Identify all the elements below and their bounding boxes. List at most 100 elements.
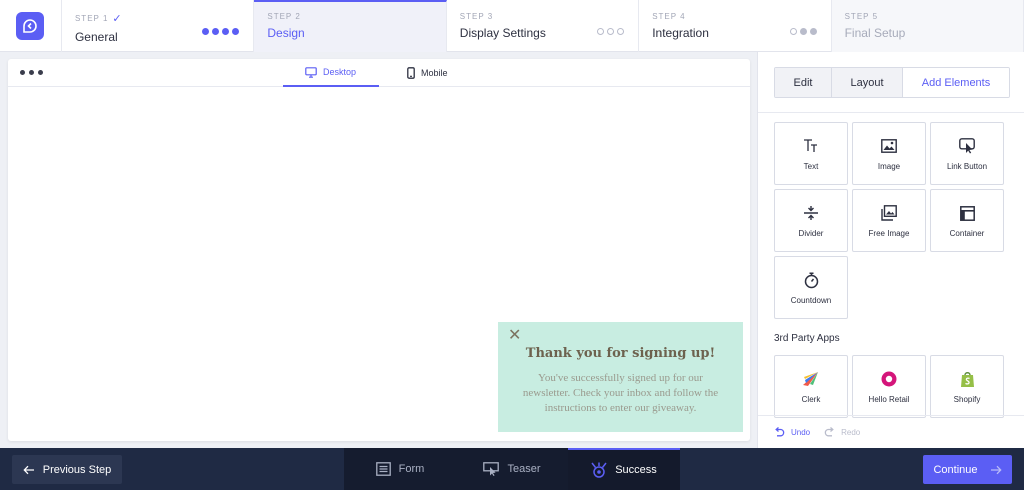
tab-teaser[interactable]: Teaser (456, 448, 568, 490)
redo-button: Redo (824, 427, 860, 437)
tab-teaser-label: Teaser (507, 463, 541, 475)
continue-button[interactable]: Continue (923, 455, 1012, 484)
element-divider[interactable]: Divider (774, 189, 848, 252)
continue-label: Continue (933, 463, 978, 476)
step-label: Design (267, 26, 305, 40)
link-button-icon (959, 136, 975, 156)
tab-form-label: Form (398, 463, 425, 475)
check-icon: ✓ (112, 13, 122, 25)
previous-step-label: Previous Step (42, 463, 112, 476)
clerk-icon (802, 369, 820, 389)
step-label: Final Setup (844, 26, 906, 40)
step-number: STEP 3 (459, 12, 494, 21)
elements-grid: Text Image Link Button Divider Free Imag… (774, 122, 1004, 319)
canvas-header: Desktop Mobile (8, 59, 750, 87)
app-shopify[interactable]: Shopify (930, 355, 1004, 418)
history-controls: Undo Redo (758, 415, 1024, 448)
progress-dot-icon (789, 28, 797, 35)
popup-mode-tabs: Form Teaser Success (344, 448, 680, 490)
step-final-setup: STEP 5 Final Setup (831, 0, 1024, 52)
tile-label: Countdown (790, 296, 832, 305)
progress-dot-icon (232, 28, 240, 35)
tab-label: Desktop (323, 67, 357, 77)
tab-mobile[interactable]: Mobile (385, 59, 470, 87)
progress-dot-icon (617, 28, 625, 35)
element-container[interactable]: Container (930, 189, 1004, 252)
step-number-text: STEP 1 (74, 14, 109, 23)
step-number: STEP 2 (267, 12, 301, 21)
app-clerk[interactable]: Clerk (774, 355, 848, 418)
success-popup-preview[interactable]: ✕ Thank you for signing up! You've succe… (498, 322, 743, 432)
bottom-bar: Previous Step Form Teaser Success Contin… (0, 448, 1024, 490)
popup-title: Thank you for signing up! (525, 346, 716, 361)
teaser-icon (483, 462, 500, 476)
progress-dot-icon (799, 28, 807, 35)
tab-edit[interactable]: Edit (775, 68, 832, 97)
tile-label: Link Button (946, 162, 988, 171)
divider-icon (803, 203, 819, 223)
arrow-left-icon (23, 465, 34, 474)
container-icon (959, 203, 975, 223)
app-hello-retail[interactable]: Hello Retail (852, 355, 926, 418)
step-number: STEP 1 ✓ (75, 12, 239, 25)
progress-dot-icon (597, 28, 605, 35)
step-progress-dots (202, 28, 240, 35)
previous-step-button[interactable]: Previous Step (12, 455, 122, 484)
tab-success[interactable]: Success (568, 448, 680, 490)
popup-body: You've successfully signed up for our ne… (522, 372, 719, 414)
tile-label: Text (803, 162, 819, 171)
success-icon (591, 462, 607, 478)
element-text[interactable]: Text (774, 122, 848, 185)
countdown-icon (804, 270, 819, 290)
tab-desktop[interactable]: Desktop (283, 59, 379, 87)
element-link-button[interactable]: Link Button (930, 122, 1004, 185)
undo-icon (775, 427, 785, 437)
text-icon (803, 136, 819, 156)
mobile-icon (407, 67, 415, 79)
panel-tabs: Edit Layout Add Elements (774, 67, 1010, 98)
shopify-icon (960, 369, 975, 389)
close-icon[interactable]: ✕ (508, 328, 521, 344)
tab-form[interactable]: Form (344, 448, 456, 490)
tile-label: Hello Retail (868, 395, 910, 404)
divider (758, 112, 1024, 113)
desktop-icon (305, 66, 317, 78)
step-number: STEP 5 (844, 12, 879, 21)
tile-label: Clerk (801, 395, 821, 404)
step-design[interactable]: STEP 2 Design (254, 0, 447, 52)
tab-label: Mobile (421, 68, 448, 78)
tile-label: Divider (798, 229, 824, 238)
tile-label: Container (949, 229, 985, 238)
tab-add-elements[interactable]: Add Elements (903, 68, 1009, 97)
step-progress-dots (789, 28, 817, 35)
more-options-icon[interactable] (20, 70, 43, 75)
tile-label: Image (877, 162, 901, 171)
progress-dot-icon (222, 28, 230, 35)
step-integration[interactable]: STEP 4 Integration (639, 0, 832, 52)
progress-dot-icon (607, 28, 615, 35)
free-image-icon (881, 203, 897, 223)
form-icon (375, 462, 391, 476)
tile-label: Shopify (953, 395, 981, 404)
step-display-settings[interactable]: STEP 3 Display Settings (447, 0, 640, 52)
tab-success-label: Success (615, 464, 657, 476)
progress-dot-icon (202, 28, 210, 35)
element-free-image[interactable]: Free Image (852, 189, 926, 252)
step-progress-dots (597, 28, 625, 35)
redo-icon (824, 427, 834, 437)
step-general[interactable]: STEP 1 ✓ General (62, 0, 255, 52)
apps-heading: 3rd Party Apps (774, 333, 840, 344)
app-logo-icon[interactable] (16, 12, 45, 40)
design-canvas: Desktop Mobile ✕ Thank you for signing u… (8, 59, 750, 441)
element-countdown[interactable]: Countdown (774, 256, 848, 319)
tile-label: Free Image (868, 229, 910, 238)
arrow-right-icon (990, 465, 1002, 474)
undo-button[interactable]: Undo (774, 427, 810, 437)
apps-grid: Clerk Hello Retail Shopify (774, 355, 1004, 418)
element-image[interactable]: Image (852, 122, 926, 185)
progress-dot-icon (809, 28, 817, 35)
tab-layout[interactable]: Layout (832, 68, 903, 97)
elements-panel: Edit Layout Add Elements Text Image Link… (757, 52, 1024, 448)
logo-cell (0, 0, 62, 52)
progress-dot-icon (212, 28, 220, 35)
